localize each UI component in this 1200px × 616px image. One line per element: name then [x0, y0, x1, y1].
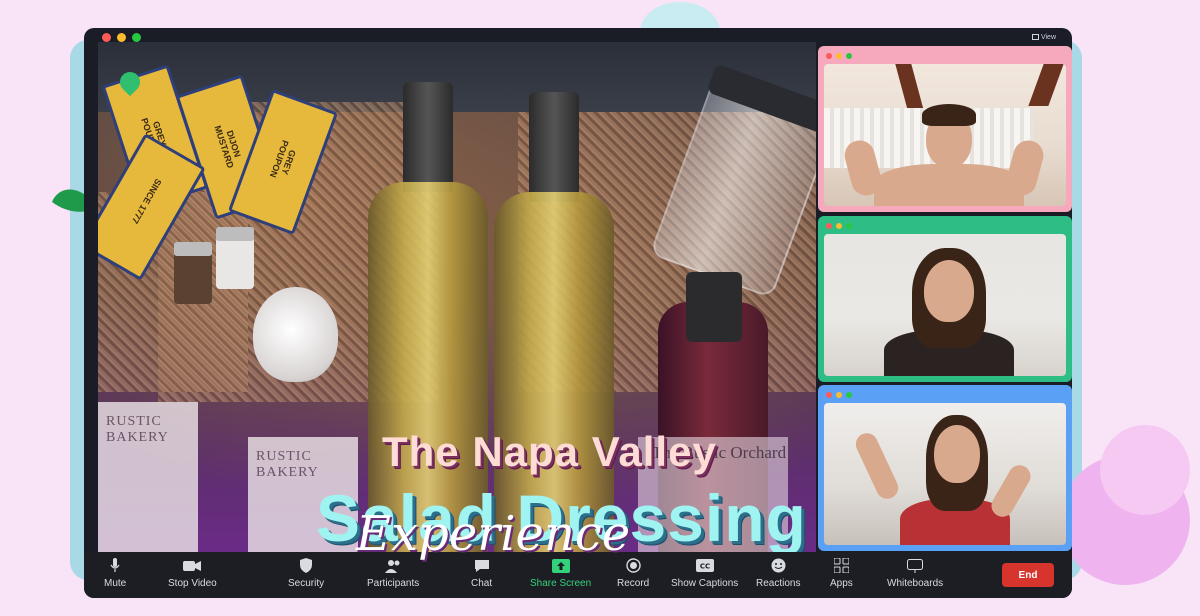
- reactions-label: Reactions: [756, 578, 801, 589]
- maximize-window-button[interactable]: [132, 33, 141, 42]
- record-button[interactable]: Record: [617, 558, 649, 589]
- view-toggle-button[interactable]: View: [1031, 32, 1056, 42]
- shield-icon: [297, 558, 315, 573]
- apps-button[interactable]: Apps: [830, 558, 853, 589]
- whiteboard-icon: [906, 558, 924, 573]
- packet-brand: GREY POUPON: [267, 138, 298, 179]
- participant-tile-3[interactable]: [818, 385, 1072, 551]
- record-label: Record: [617, 578, 650, 589]
- rustic-bakery-label: RUSTIC BAKERY: [106, 414, 169, 445]
- show-captions-button[interactable]: CC Show Captions: [671, 558, 738, 589]
- whiteboards-label: Whiteboards: [887, 578, 944, 589]
- svg-text:CC: CC: [699, 563, 709, 571]
- tile-window-controls: [826, 53, 852, 59]
- security-button[interactable]: Security: [288, 558, 324, 589]
- headline-line-3: Experience: [356, 506, 631, 562]
- apps-icon: [832, 558, 850, 573]
- participant-video-3: [824, 403, 1066, 545]
- salt-shaker: [216, 227, 254, 289]
- tile-window-controls: [826, 392, 852, 398]
- security-label: Security: [288, 578, 325, 589]
- chat-label: Chat: [471, 578, 493, 589]
- pepper-shaker: [174, 242, 212, 304]
- share-screen-label: Share Screen: [530, 578, 592, 589]
- video-camera-icon: [183, 558, 202, 573]
- headline-line-1: The Napa Valley: [382, 428, 717, 475]
- emoji-icon: [769, 558, 787, 573]
- share-screen-button[interactable]: Share Screen: [530, 558, 591, 589]
- tile-window-controls: [826, 223, 852, 229]
- packet-since: SINCE 1777: [129, 177, 164, 226]
- participant-video-2: [824, 234, 1066, 376]
- whiteboards-button[interactable]: Whiteboards: [887, 558, 943, 589]
- window-controls: [102, 33, 141, 42]
- stop-video-label: Stop Video: [168, 578, 217, 589]
- show-captions-label: Show Captions: [671, 578, 739, 589]
- grid-icon: [1031, 34, 1039, 40]
- view-label: View: [1040, 33, 1056, 41]
- participants-label: Participants: [367, 578, 420, 589]
- microphone-icon: [106, 558, 124, 573]
- reactions-button[interactable]: Reactions: [756, 558, 800, 589]
- shared-screen-stage: GREY POUPON DIJON MUSTARD GREY POUPON SI…: [98, 42, 816, 578]
- chat-button[interactable]: Chat: [471, 558, 492, 589]
- mute-button[interactable]: Mute: [104, 558, 126, 589]
- participant-tile-1[interactable]: [818, 46, 1072, 212]
- stop-video-button[interactable]: Stop Video: [168, 558, 217, 589]
- rustic-bakery-label: RUSTIC BAKERY: [256, 449, 319, 480]
- apps-label: Apps: [830, 578, 853, 589]
- minimize-window-button[interactable]: [117, 33, 126, 42]
- packet-product: DIJON MUSTARD: [212, 124, 243, 170]
- garlic-bulb: [253, 287, 338, 382]
- close-window-button[interactable]: [102, 33, 111, 42]
- mute-label: Mute: [104, 578, 127, 589]
- participant-video-1: [824, 64, 1066, 206]
- decorative-circle-right-small: [1100, 425, 1190, 515]
- participant-tile-2[interactable]: [818, 216, 1072, 382]
- participants-button[interactable]: Participants: [367, 558, 419, 589]
- captions-icon: CC: [695, 558, 714, 573]
- end-meeting-button[interactable]: End: [1002, 563, 1054, 587]
